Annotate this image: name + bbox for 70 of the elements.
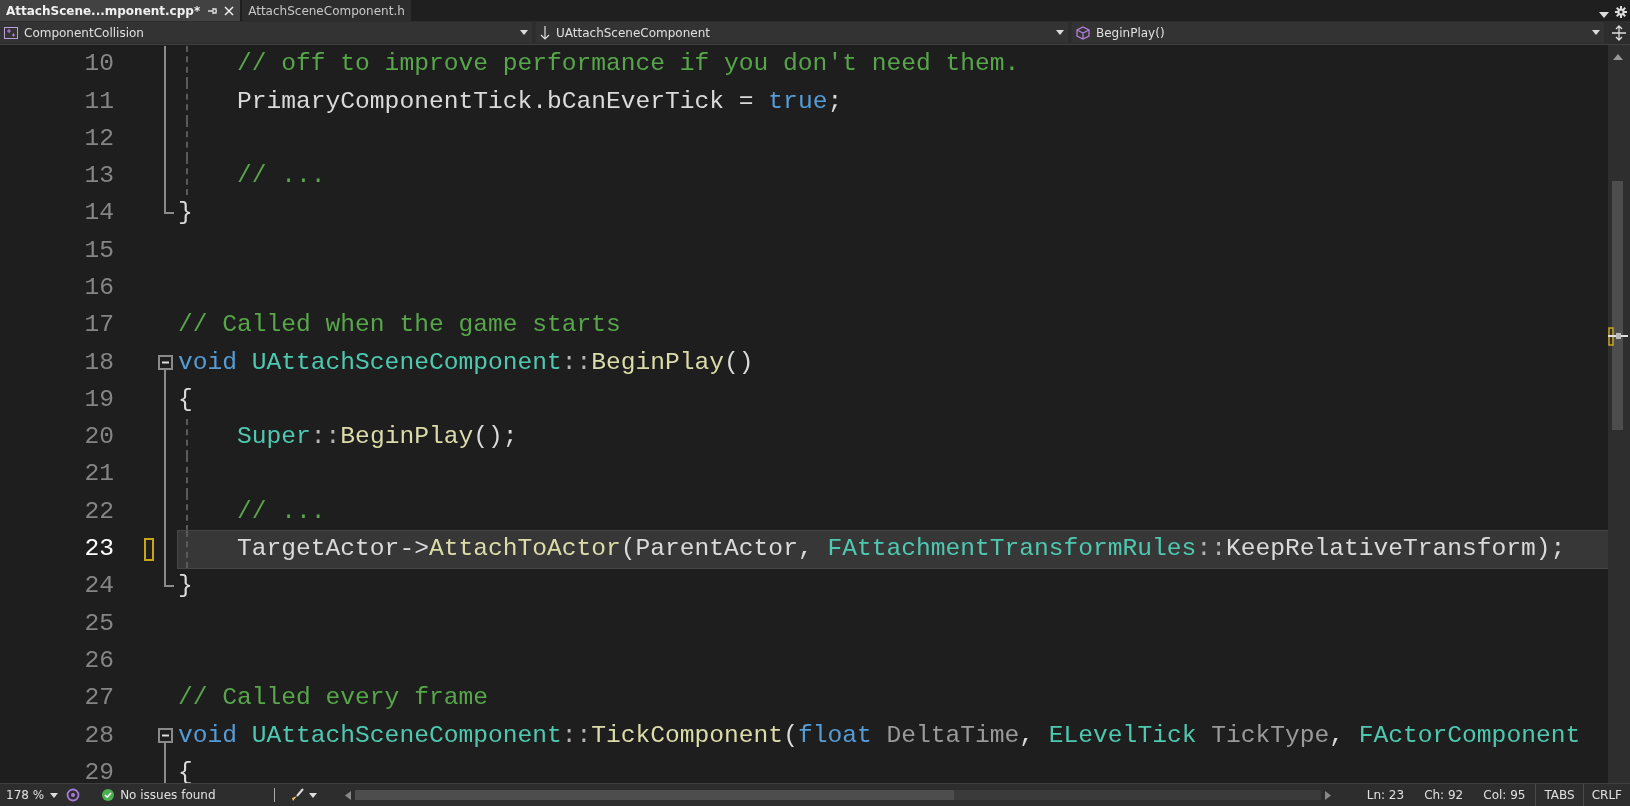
code-line: // ... <box>236 161 326 192</box>
code-line: void UAttachSceneComponent::BeginPlay() <box>178 347 754 378</box>
scroll-thumb[interactable] <box>1612 181 1623 430</box>
scroll-right-icon[interactable] <box>1324 790 1331 800</box>
line-number: 25 <box>83 608 114 639</box>
split-icon[interactable] <box>1612 25 1626 41</box>
navigation-dropdown[interactable]: ComponentCollision <box>0 22 532 43</box>
document-tab[interactable]: AttachSceneComponent.h <box>242 0 411 21</box>
document-tab[interactable]: AttachScene...mponent.cpp* <box>0 0 241 21</box>
line-number: 29 <box>83 757 114 783</box>
navigation-dropdown[interactable]: BeginPlay() <box>1072 22 1604 43</box>
scroll-marker-icon <box>1608 327 1628 347</box>
zoom-dropdown[interactable]: 178 % <box>0 786 65 804</box>
brush-icon[interactable] <box>290 788 305 802</box>
code-line: void UAttachSceneComponent::TickComponent(float DeltaTime, ELevelTick TickType, FActorComponent <box>178 720 1581 751</box>
caret-icon <box>1056 30 1064 35</box>
line-number: 12 <box>83 123 114 154</box>
code-line: } <box>178 198 193 229</box>
char-position: Ch: 92 <box>1423 787 1465 804</box>
cube-icon <box>1076 25 1090 40</box>
line-number: 27 <box>83 683 114 714</box>
line-number: 16 <box>83 273 114 303</box>
code-line: // Called when the game starts <box>178 310 621 341</box>
down-arrow-icon <box>540 25 550 40</box>
indent-mode[interactable]: TABS <box>1535 784 1583 806</box>
line-number: 22 <box>83 496 114 527</box>
line-number: 24 <box>83 571 114 602</box>
line-number: 21 <box>83 459 114 490</box>
code-line: } <box>178 571 193 602</box>
line-number: 19 <box>83 384 114 415</box>
column-position: Col: 95 <box>1482 787 1527 804</box>
collapse-icon[interactable] <box>158 728 173 744</box>
caret-icon <box>1592 30 1600 35</box>
line-number: 11 <box>83 86 114 117</box>
issues-status[interactable]: No issues found <box>120 786 216 804</box>
code-line: // Called every frame <box>178 683 488 714</box>
collapse-icon[interactable] <box>158 355 173 371</box>
check-icon <box>102 789 115 801</box>
scroll-up-icon[interactable] <box>1613 54 1623 60</box>
code-line: // off to improve performance if you don't need them. <box>236 49 1020 80</box>
code-line: Super::BeginPlay(); <box>236 422 518 453</box>
line-number: 26 <box>83 645 114 676</box>
line-number: 20 <box>83 422 114 453</box>
line-number: 17 <box>83 310 114 341</box>
scroll-thumb[interactable] <box>354 790 954 800</box>
project-icon <box>4 26 18 39</box>
line-ending-mode[interactable]: CRLF <box>1582 784 1630 806</box>
code-line: TargetActor->AttachToActor(ParentActor, FAttachmentTransformRules::KeepRelativeTransform); <box>236 534 1566 565</box>
scroll-left-icon[interactable] <box>344 790 351 800</box>
horizontal-scrollbar[interactable] <box>354 790 1321 800</box>
dropdown-icon[interactable] <box>1599 12 1609 18</box>
line-number: 18 <box>83 347 114 378</box>
code-line: // ... <box>236 496 326 527</box>
close-icon[interactable] <box>224 5 235 16</box>
code-line: { <box>178 384 193 415</box>
caret-icon <box>50 792 59 798</box>
caret-icon[interactable] <box>308 792 317 798</box>
vertical-scrollbar[interactable] <box>1608 45 1630 783</box>
line-number: 13 <box>83 161 114 192</box>
line-number: 23 <box>83 534 114 565</box>
line-number: 15 <box>83 235 114 266</box>
code-line: PrimaryComponentTick.bCanEverTick = true; <box>236 86 843 117</box>
line-number: 28 <box>83 720 114 751</box>
caret-icon <box>520 30 528 35</box>
code-line: { <box>178 757 193 783</box>
line-number: 10 <box>83 49 114 80</box>
navigation-dropdown[interactable]: UAttachSceneComponent <box>536 22 1068 43</box>
line-number: 14 <box>83 198 114 229</box>
line-position: Ln: 23 <box>1365 787 1406 804</box>
settings-icon[interactable] <box>1615 6 1627 18</box>
